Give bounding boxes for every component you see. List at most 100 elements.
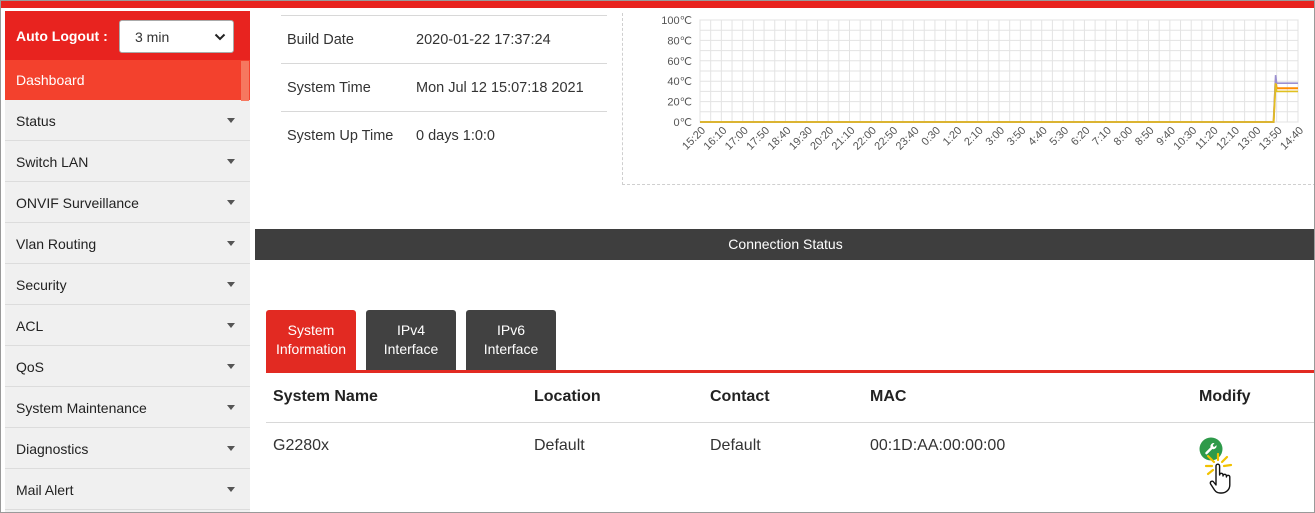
caret-down-icon bbox=[227, 200, 235, 205]
tab-label-line2: Information bbox=[275, 341, 347, 357]
tab-ipv6-interface[interactable]: IPv6 Interface bbox=[466, 310, 556, 370]
x-tick-label: 22:00 bbox=[851, 125, 879, 153]
auto-logout-label: Auto Logout : bbox=[16, 28, 108, 44]
caret-down-icon bbox=[227, 241, 235, 246]
column-header: Modify bbox=[1199, 388, 1251, 405]
sidebar-item-onvif[interactable]: ONVIF Surveillance bbox=[5, 182, 250, 223]
x-tick-label: 17:00 bbox=[723, 125, 751, 153]
y-tick-label: 20℃ bbox=[667, 97, 692, 109]
system-info-data-table: System Name Location Contact MAC Modify … bbox=[266, 373, 1314, 473]
x-tick-label: 23:40 bbox=[894, 125, 922, 153]
sidebar-item-mail-alert[interactable]: Mail Alert bbox=[5, 469, 250, 510]
sidebar-item-security[interactable]: Security bbox=[5, 264, 250, 305]
top-accent-line bbox=[1, 1, 1314, 8]
chevron-down-icon bbox=[214, 33, 226, 41]
tab-label-line1: IPv6 bbox=[496, 322, 525, 338]
x-tick-label: 5:30 bbox=[1048, 125, 1072, 149]
sidebar-item-label: Mail Alert bbox=[16, 482, 74, 498]
info-row-build-date: Build Date 2020-01-22 17:37:24 bbox=[281, 15, 607, 63]
hand-pointer-icon bbox=[1204, 453, 1233, 494]
sidebar-item-acl[interactable]: ACL bbox=[5, 305, 250, 346]
info-key: System Up Time bbox=[287, 128, 394, 144]
sidebar-item-dashboard[interactable]: Dashboard bbox=[5, 60, 250, 100]
x-tick-label: 18:40 bbox=[766, 125, 794, 153]
sidebar: Auto Logout : 3 min Dashboard Status Swi… bbox=[5, 11, 250, 512]
column-header: MAC bbox=[870, 388, 907, 405]
x-tick-label: 6:20 bbox=[1069, 125, 1093, 149]
cell-location: Default bbox=[534, 437, 585, 454]
sidebar-item-qos[interactable]: QoS bbox=[5, 346, 250, 387]
x-tick-label: 3:50 bbox=[1005, 125, 1029, 149]
column-header: Contact bbox=[710, 388, 770, 405]
x-tick-label: 12:10 bbox=[1214, 125, 1242, 153]
x-tick-label: 16:10 bbox=[702, 125, 730, 153]
auto-logout-select[interactable]: 3 min bbox=[119, 20, 234, 53]
system-info-table: Build Date 2020-01-22 17:37:24 System Ti… bbox=[281, 15, 607, 159]
table-row: G2280x Default Default 00:1D:AA:00:00:00 bbox=[266, 423, 1314, 473]
caret-down-icon bbox=[227, 446, 235, 451]
caret-down-icon bbox=[227, 118, 235, 123]
x-tick-label: 19:30 bbox=[787, 125, 815, 153]
info-row-system-time: System Time Mon Jul 12 15:07:18 2021 bbox=[281, 63, 607, 111]
info-key: System Time bbox=[287, 80, 371, 96]
cell-contact: Default bbox=[710, 437, 761, 454]
x-tick-label: 8:50 bbox=[1133, 125, 1157, 149]
x-tick-label: 13:50 bbox=[1257, 125, 1285, 153]
x-tick-label: 13:00 bbox=[1235, 125, 1263, 153]
sidebar-item-diagnostics[interactable]: Diagnostics bbox=[5, 428, 250, 469]
app-window: Auto Logout : 3 min Dashboard Status Swi… bbox=[0, 0, 1315, 513]
tab-system-information[interactable]: System Information bbox=[266, 310, 356, 370]
tab-label-line1: System bbox=[287, 322, 335, 338]
column-header: System Name bbox=[273, 388, 378, 405]
caret-down-icon bbox=[227, 282, 235, 287]
x-tick-label: 4:40 bbox=[1026, 125, 1050, 149]
caret-down-icon bbox=[227, 323, 235, 328]
x-tick-label: 14:40 bbox=[1278, 125, 1306, 153]
sidebar-item-label: Status bbox=[16, 113, 56, 129]
sidebar-item-label: ACL bbox=[16, 318, 44, 334]
tab-label-line2: Interface bbox=[483, 341, 539, 357]
caret-down-icon bbox=[227, 364, 235, 369]
sidebar-item-label: ONVIF Surveillance bbox=[16, 195, 139, 211]
info-value: 2020-01-22 17:37:24 bbox=[416, 32, 551, 48]
caret-down-icon bbox=[227, 159, 235, 164]
info-value: Mon Jul 12 15:07:18 2021 bbox=[416, 80, 584, 96]
column-header: Location bbox=[534, 388, 601, 405]
sidebar-item-label: QoS bbox=[16, 359, 45, 375]
caret-down-icon bbox=[227, 405, 235, 410]
x-tick-label: 22:50 bbox=[872, 125, 900, 153]
sidebar-item-switch-lan[interactable]: Switch LAN bbox=[5, 141, 250, 182]
x-tick-label: 3:00 bbox=[983, 125, 1007, 149]
tab-label-line1: IPv4 bbox=[396, 322, 425, 338]
y-tick-label: 0℃ bbox=[674, 117, 692, 129]
connection-status-header: Connection Status bbox=[255, 229, 1314, 260]
sidebar-item-label: Dashboard bbox=[16, 72, 85, 88]
y-tick-label: 80℃ bbox=[667, 35, 692, 47]
info-row-up-time: System Up Time 0 days 1:0:0 bbox=[281, 111, 607, 159]
sidebar-item-label: Diagnostics bbox=[16, 441, 89, 457]
x-tick-label: 20:20 bbox=[808, 125, 836, 153]
caret-down-icon bbox=[227, 487, 235, 492]
sidebar-item-label: Switch LAN bbox=[16, 154, 89, 170]
tab-ipv4-interface[interactable]: IPv4 Interface bbox=[366, 310, 456, 370]
y-tick-label: 40℃ bbox=[667, 76, 692, 88]
sidebar-scrollbar[interactable] bbox=[241, 61, 249, 101]
sidebar-item-label: Security bbox=[16, 277, 67, 293]
sidebar-item-label: System Maintenance bbox=[16, 400, 147, 416]
tab-label-line2: Interface bbox=[383, 341, 439, 357]
x-tick-label: 17:50 bbox=[744, 125, 772, 153]
sidebar-item-system-maintenance[interactable]: System Maintenance bbox=[5, 387, 250, 428]
auto-logout-bar: Auto Logout : 3 min bbox=[5, 11, 250, 60]
x-tick-label: 1:20 bbox=[941, 125, 965, 149]
x-tick-label: 7:10 bbox=[1090, 125, 1114, 149]
info-value: 0 days 1:0:0 bbox=[416, 128, 495, 144]
temperature-chart: 0℃20℃40℃60℃80℃100℃15:2016:1017:0017:5018… bbox=[661, 15, 1306, 153]
sidebar-menu: Dashboard Status Switch LAN ONVIF Survei… bbox=[5, 60, 250, 510]
cell-mac: 00:1D:AA:00:00:00 bbox=[870, 437, 1006, 454]
sidebar-item-vlan-routing[interactable]: Vlan Routing bbox=[5, 223, 250, 264]
y-tick-label: 60℃ bbox=[667, 56, 692, 68]
x-tick-label: 0:30 bbox=[919, 125, 943, 149]
cell-system-name: G2280x bbox=[273, 437, 330, 454]
sidebar-item-status[interactable]: Status bbox=[5, 100, 250, 141]
y-tick-label: 100℃ bbox=[661, 15, 692, 27]
